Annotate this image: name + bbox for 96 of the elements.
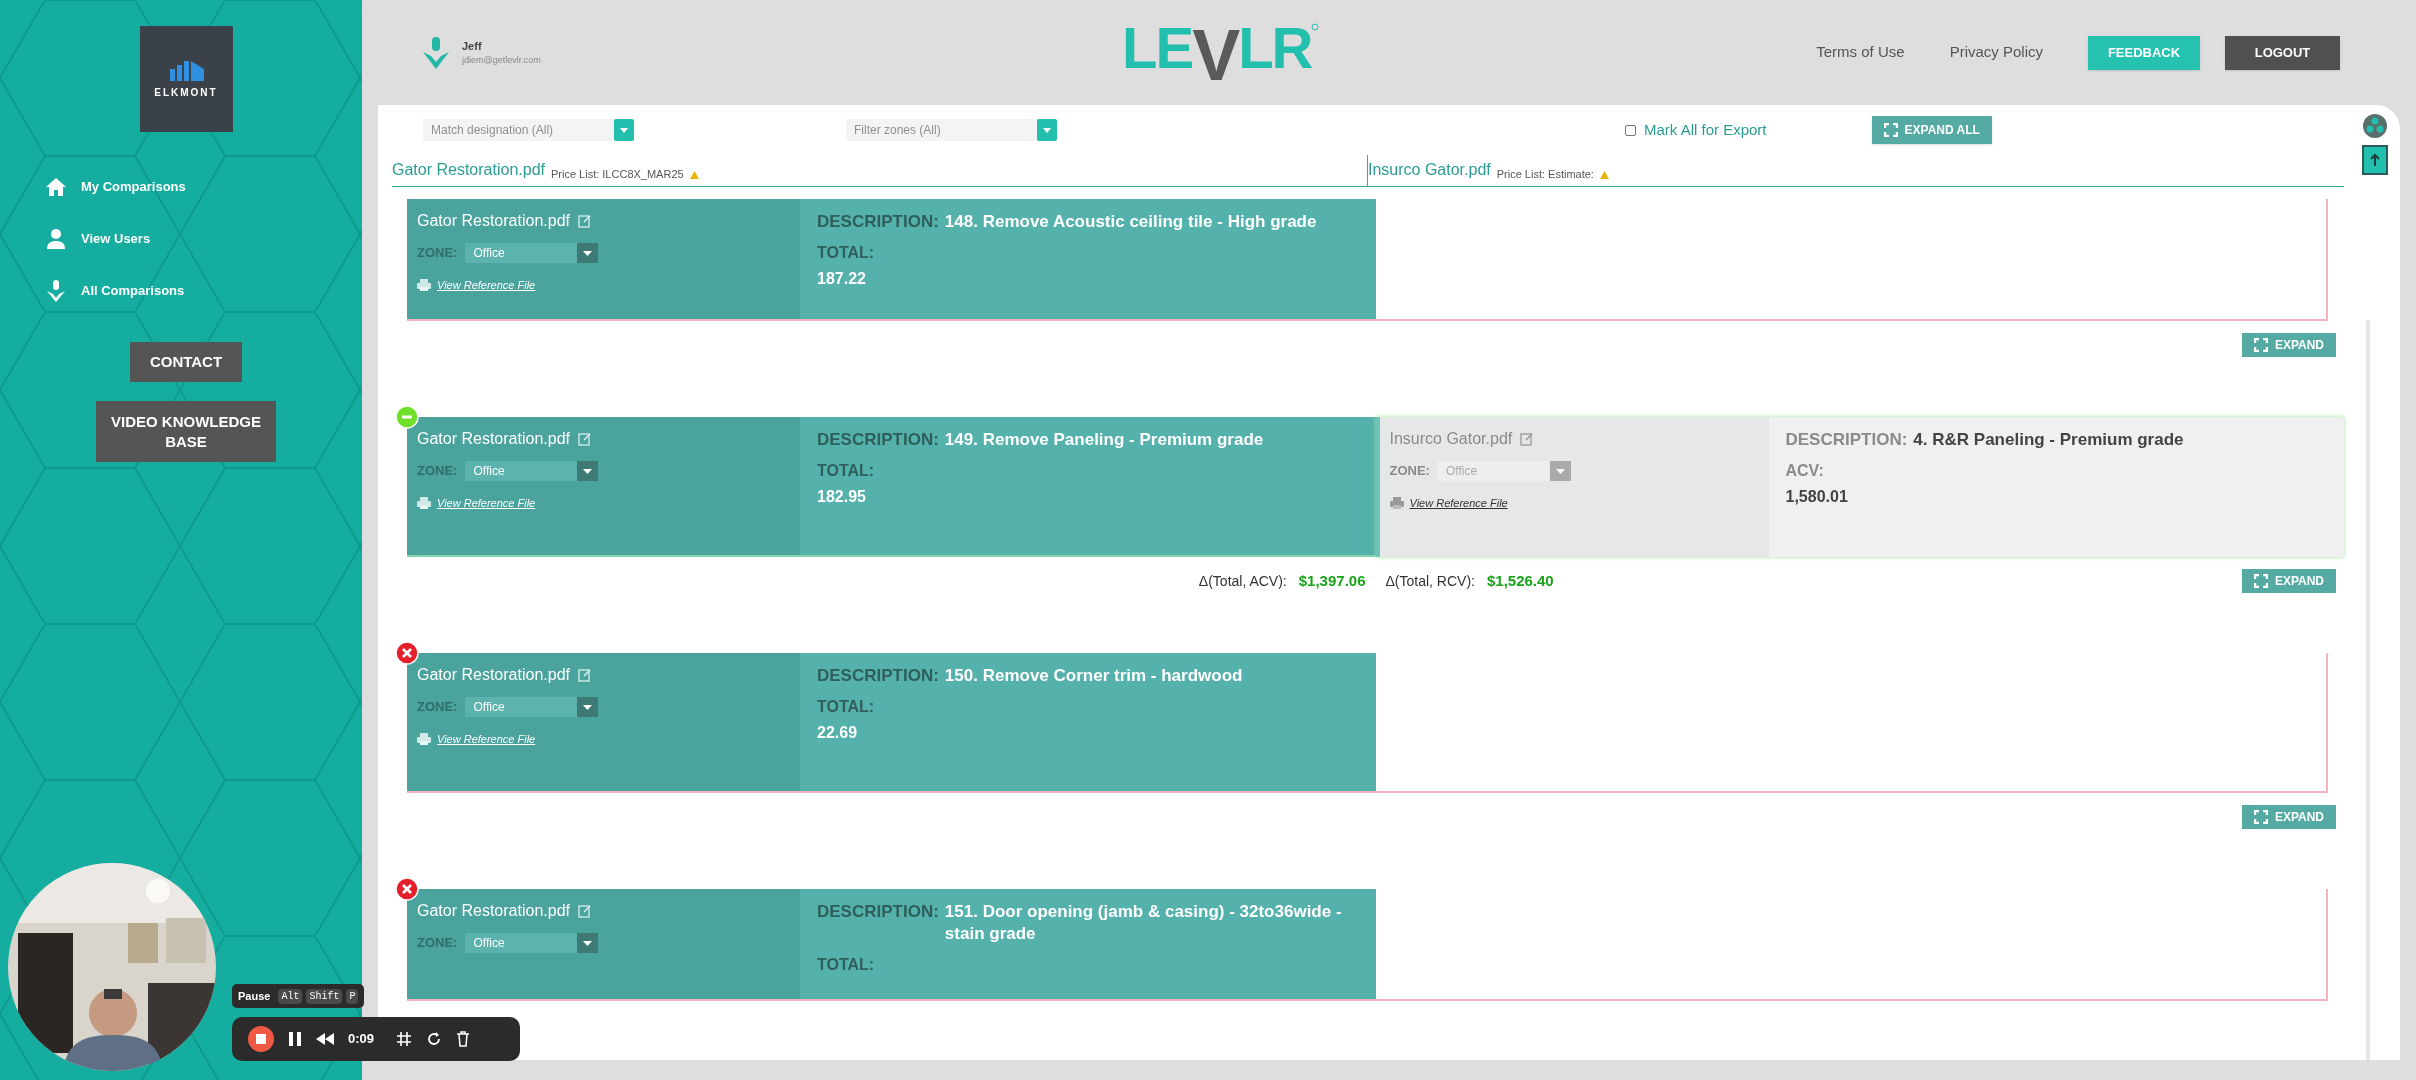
person-pin-icon (45, 279, 67, 303)
user-email: jdiem@getlevlr.com (462, 54, 541, 67)
reference-link[interactable]: View Reference File (417, 731, 790, 748)
value-label: ACV: (1785, 461, 1825, 481)
source-file-name: Insurco Gator.pdf (1368, 160, 1491, 180)
description-label: DESCRIPTION: (817, 211, 939, 233)
expand-icon (2253, 810, 2268, 824)
value-text: 22.69 (817, 723, 859, 743)
expand-icon (2253, 574, 2268, 588)
value-text: 182.95 (817, 487, 867, 507)
price-list-label: Price List: Estimate: (1496, 166, 1594, 182)
price-list-label: Price List: ILCC8X_MAR25 (550, 166, 684, 182)
restart-icon[interactable] (426, 1031, 443, 1047)
warning-icon (1599, 171, 1609, 179)
reference-link[interactable]: View Reference File (417, 277, 790, 294)
warning-icon (689, 171, 699, 179)
reference-link[interactable]: View Reference File (1389, 495, 1759, 512)
source-file-name: Gator Restoration.pdf (392, 160, 545, 180)
caret-icon (1549, 461, 1571, 481)
filter-field[interactable]: Filter zones (All) (846, 119, 1037, 141)
zone-dropdown[interactable]: Office (465, 461, 599, 481)
value-label: TOTAL: (817, 461, 876, 481)
minus-icon (395, 405, 419, 429)
description-label: DESCRIPTION: (1785, 429, 1908, 451)
close-icon (395, 641, 419, 665)
printer-icon (1389, 497, 1404, 510)
file-name: Gator Restoration.pdf (417, 901, 570, 921)
expand-icon (2253, 338, 2268, 352)
pause-icon[interactable] (288, 1031, 302, 1047)
stop-icon[interactable] (248, 1026, 274, 1052)
file-name: Gator Restoration.pdf (417, 429, 570, 449)
header-link[interactable]: Privacy Policy (1949, 41, 2043, 64)
value-text: 1,580.01 (1785, 487, 1849, 507)
delta-label: Δ(Total, RCV): (1385, 571, 1475, 591)
nav-link[interactable]: View Users (45, 228, 186, 250)
logout-button[interactable]: LOGOUT (2225, 35, 2340, 70)
expand-icon (1883, 123, 1898, 137)
mark-all-checkbox[interactable]: Mark All for Export (1625, 118, 1767, 142)
delta-value: $1,526.40 (1487, 570, 1554, 591)
close-icon (395, 877, 419, 901)
zone-dropdown[interactable]: Office (465, 933, 599, 953)
expand-button[interactable]: EXPAND (2241, 333, 2336, 357)
zone-dropdown[interactable]: Office (465, 697, 599, 717)
person-pin-icon (422, 35, 450, 70)
timer-text: 0:09 (348, 1030, 375, 1049)
key-cap: P (346, 988, 359, 1004)
description-label: DESCRIPTION: (817, 665, 939, 687)
description-text: 149. Remove Paneling - Premium grade (944, 429, 1264, 451)
description-text: 4. R&R Paneling - Premium grade (1913, 429, 2184, 451)
file-name: Insurco Gator.pdf (1389, 429, 1513, 449)
contact-button[interactable]: CONTACT (130, 342, 242, 382)
caret-icon (577, 933, 599, 953)
expand-button[interactable]: EXPAND (2241, 569, 2336, 593)
nav-link[interactable]: All Comparisons (45, 280, 186, 302)
caret-icon (577, 461, 599, 481)
circles-icon[interactable] (2362, 113, 2388, 139)
home-icon (45, 177, 67, 197)
zone-dropdown[interactable]: Office (465, 243, 599, 263)
expand-button[interactable]: EXPAND (2241, 805, 2336, 829)
trash-icon[interactable] (456, 1031, 471, 1047)
description-text: 148. Remove Acoustic ceiling tile - High grade (944, 211, 1317, 233)
value-label: TOTAL: (817, 697, 876, 717)
description-text: 151. Door opening (jamb & casing) - 32to36wide - stain grade (944, 901, 1343, 945)
reference-link[interactable]: View Reference File (417, 495, 790, 512)
description-label: DESCRIPTION: (817, 901, 939, 923)
value-text: 187.22 (817, 269, 867, 289)
feedback-button[interactable]: FEEDBACK (2088, 35, 2200, 70)
user-name: Jeff (462, 38, 483, 54)
value-label: TOTAL: (817, 955, 876, 975)
caret-icon (577, 243, 599, 263)
printer-icon (417, 279, 431, 292)
header-link[interactable]: Terms of Use (1816, 41, 1905, 64)
delta-label: Δ(Total, ACV): (1198, 571, 1287, 591)
key-cap: Shift (306, 988, 343, 1004)
description-label: DESCRIPTION: (817, 429, 939, 451)
filter-field[interactable]: Match designation (All) (423, 119, 614, 141)
key-cap: Alt (278, 988, 303, 1004)
zone-dropdown[interactable]: Office (1437, 461, 1571, 481)
knowledge-base-button[interactable]: VIDEO KNOWLEDGE BASE (96, 401, 276, 462)
tooltip-text: Pause (238, 988, 272, 1004)
caret-icon (577, 697, 599, 717)
user-icon (45, 228, 67, 250)
file-name: Gator Restoration.pdf (417, 211, 570, 231)
printer-icon (417, 733, 431, 746)
value-label: TOTAL: (817, 243, 876, 263)
description-text: 150. Remove Corner trim - hardwood (944, 665, 1243, 687)
nav-link[interactable]: My Comparisons (45, 176, 186, 198)
rewind-icon[interactable] (316, 1033, 334, 1045)
logo-wordmark: ELKMONT (154, 85, 218, 100)
expand-all-button[interactable]: EXPAND ALL (1871, 116, 1992, 144)
zone-label: ZONE: (1389, 462, 1430, 481)
printer-icon (417, 497, 431, 510)
grid-icon[interactable] (396, 1031, 413, 1047)
delta-value: $1,397.06 (1298, 570, 1366, 591)
file-name: Gator Restoration.pdf (417, 665, 570, 685)
upload-file-icon[interactable] (2362, 145, 2388, 175)
